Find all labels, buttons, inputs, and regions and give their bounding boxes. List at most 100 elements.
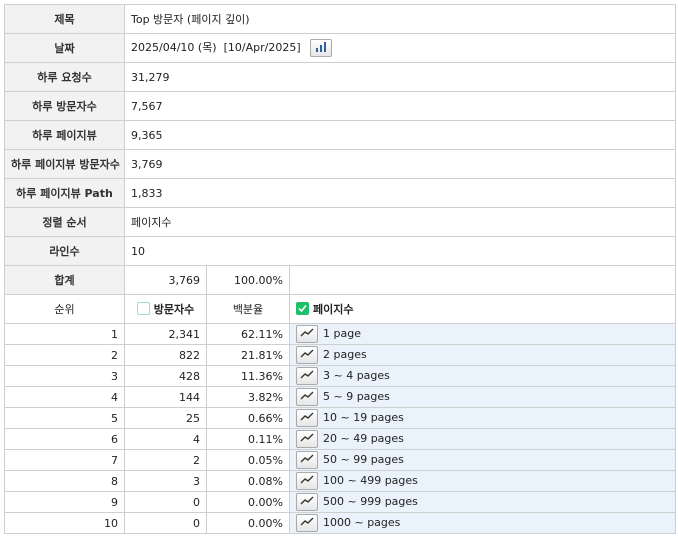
table-row: 2 822 21.81% 2 pages <box>4 344 677 366</box>
row-rank: 7 <box>4 449 125 471</box>
info-row-pageview-visitors: 하루 페이지뷰 방문자수 3,769 <box>4 149 677 179</box>
table-row: 10 0 0.00% 1000 ~ pages <box>4 512 677 534</box>
row-rank: 9 <box>4 491 125 513</box>
trend-line-icon <box>300 433 314 442</box>
trend-line-icon <box>300 475 314 484</box>
row-percent: 0.05% <box>206 449 290 471</box>
trend-line-icon <box>300 349 314 358</box>
info-row-line-count: 라인수 10 <box>4 236 677 266</box>
summary-row: 합계 3,769 100.00% <box>4 265 677 295</box>
header-pages: 페이지수 <box>313 303 354 316</box>
info-row-pageviews: 하루 페이지뷰 9,365 <box>4 120 677 150</box>
table-row: 1 2,341 62.11% 1 page <box>4 323 677 345</box>
header-rank: 순위 <box>4 294 125 324</box>
row-trend-button[interactable] <box>296 430 318 448</box>
row-visitors: 144 <box>124 386 207 408</box>
row-visitors: 0 <box>124 491 207 513</box>
row-trend-button[interactable] <box>296 346 318 364</box>
row-rank: 3 <box>4 365 125 387</box>
table-row: 9 0 0.00% 500 ~ 999 pages <box>4 491 677 513</box>
date-chart-button[interactable] <box>310 39 333 57</box>
row-percent: 11.36% <box>206 365 290 387</box>
row-trend-button[interactable] <box>296 325 318 343</box>
row-trend-button[interactable] <box>296 472 318 490</box>
date-value: 2025/04/10 (목) [10/Apr/2025] <box>131 41 301 54</box>
row-visitors: 3 <box>124 470 207 492</box>
row-pages-cell: 1000 ~ pages <box>288 512 677 534</box>
row-pages-cell: 10 ~ 19 pages <box>288 407 677 429</box>
row-percent: 0.66% <box>206 407 290 429</box>
info-row-sort-order: 정렬 순서 페이지수 <box>4 207 677 237</box>
row-pages: 100 ~ 499 pages <box>323 474 418 487</box>
row-percent: 0.00% <box>206 491 290 513</box>
row-visitors: 4 <box>124 428 207 450</box>
row-rank: 5 <box>4 407 125 429</box>
row-rank: 4 <box>4 386 125 408</box>
trend-line-icon <box>300 370 314 379</box>
row-visitors: 2 <box>124 449 207 471</box>
header-pages-cell: 페이지수 <box>288 294 677 324</box>
row-pages: 1 page <box>323 327 361 340</box>
row-pages: 500 ~ 999 pages <box>323 495 418 508</box>
row-percent: 0.08% <box>206 470 290 492</box>
row-visitors: 822 <box>124 344 207 366</box>
row-pages-cell: 1 page <box>288 323 677 345</box>
info-value: 3,769 <box>123 149 677 179</box>
info-row-pageview-path: 하루 페이지뷰 Path 1,833 <box>4 178 677 208</box>
info-value: 1,833 <box>123 178 677 208</box>
table-row: 6 4 0.11% 20 ~ 49 pages <box>4 428 677 450</box>
info-value: 10 <box>123 236 677 266</box>
info-row-date: 날짜 2025/04/10 (목) [10/Apr/2025] <box>4 33 677 63</box>
info-value: Top 방문자 (페이지 깊이) <box>123 4 677 34</box>
row-pages: 3 ~ 4 pages <box>323 369 390 382</box>
info-label: 하루 페이지뷰 방문자수 <box>4 149 125 179</box>
row-pages-cell: 2 pages <box>288 344 677 366</box>
row-trend-button[interactable] <box>296 451 318 469</box>
row-trend-button[interactable] <box>296 514 318 532</box>
table-row: 4 144 3.82% 5 ~ 9 pages <box>4 386 677 408</box>
summary-empty <box>288 265 677 295</box>
info-value-cell: 2025/04/10 (목) [10/Apr/2025] <box>123 33 677 63</box>
row-trend-button[interactable] <box>296 409 318 427</box>
trend-line-icon <box>300 391 314 400</box>
row-pages: 5 ~ 9 pages <box>323 390 390 403</box>
row-rank: 6 <box>4 428 125 450</box>
row-trend-button[interactable] <box>296 388 318 406</box>
info-value: 9,365 <box>123 120 677 150</box>
trend-line-icon <box>300 496 314 505</box>
header-visitors: 방문자수 <box>153 303 195 316</box>
table-row: 8 3 0.08% 100 ~ 499 pages <box>4 470 677 492</box>
visitors-checkbox[interactable] <box>136 301 150 315</box>
row-pages-cell: 20 ~ 49 pages <box>288 428 677 450</box>
summary-percent: 100.00% <box>206 265 290 295</box>
trend-line-icon <box>300 517 314 526</box>
trend-line-icon <box>300 328 314 337</box>
row-percent: 62.11% <box>206 323 290 345</box>
row-pages-cell: 50 ~ 99 pages <box>288 449 677 471</box>
row-percent: 0.00% <box>206 512 290 534</box>
bar-chart-icon <box>316 42 327 52</box>
row-pages-cell: 100 ~ 499 pages <box>288 470 677 492</box>
row-visitors: 2,341 <box>124 323 207 345</box>
info-value: 31,279 <box>123 62 677 92</box>
row-pages: 20 ~ 49 pages <box>323 432 404 445</box>
info-label: 정렬 순서 <box>4 207 125 237</box>
header-visitors-cell: 방문자수 <box>124 294 207 324</box>
row-pages-cell: 500 ~ 999 pages <box>288 491 677 513</box>
row-visitors: 25 <box>124 407 207 429</box>
info-label: 하루 페이지뷰 <box>4 120 125 150</box>
table-row: 3 428 11.36% 3 ~ 4 pages <box>4 365 677 387</box>
row-pages: 10 ~ 19 pages <box>323 411 404 424</box>
row-percent: 21.81% <box>206 344 290 366</box>
row-trend-button[interactable] <box>296 367 318 385</box>
row-trend-button[interactable] <box>296 493 318 511</box>
data-rows: 1 2,341 62.11% 1 page 2 822 21.81% 2 pag… <box>4 323 677 534</box>
row-percent: 3.82% <box>206 386 290 408</box>
info-row-requests: 하루 요청수 31,279 <box>4 62 677 92</box>
trend-line-icon <box>300 454 314 463</box>
row-visitors: 428 <box>124 365 207 387</box>
table-row: 5 25 0.66% 10 ~ 19 pages <box>4 407 677 429</box>
check-icon <box>298 304 307 312</box>
row-pages-cell: 3 ~ 4 pages <box>288 365 677 387</box>
pages-checkbox[interactable] <box>296 301 309 315</box>
